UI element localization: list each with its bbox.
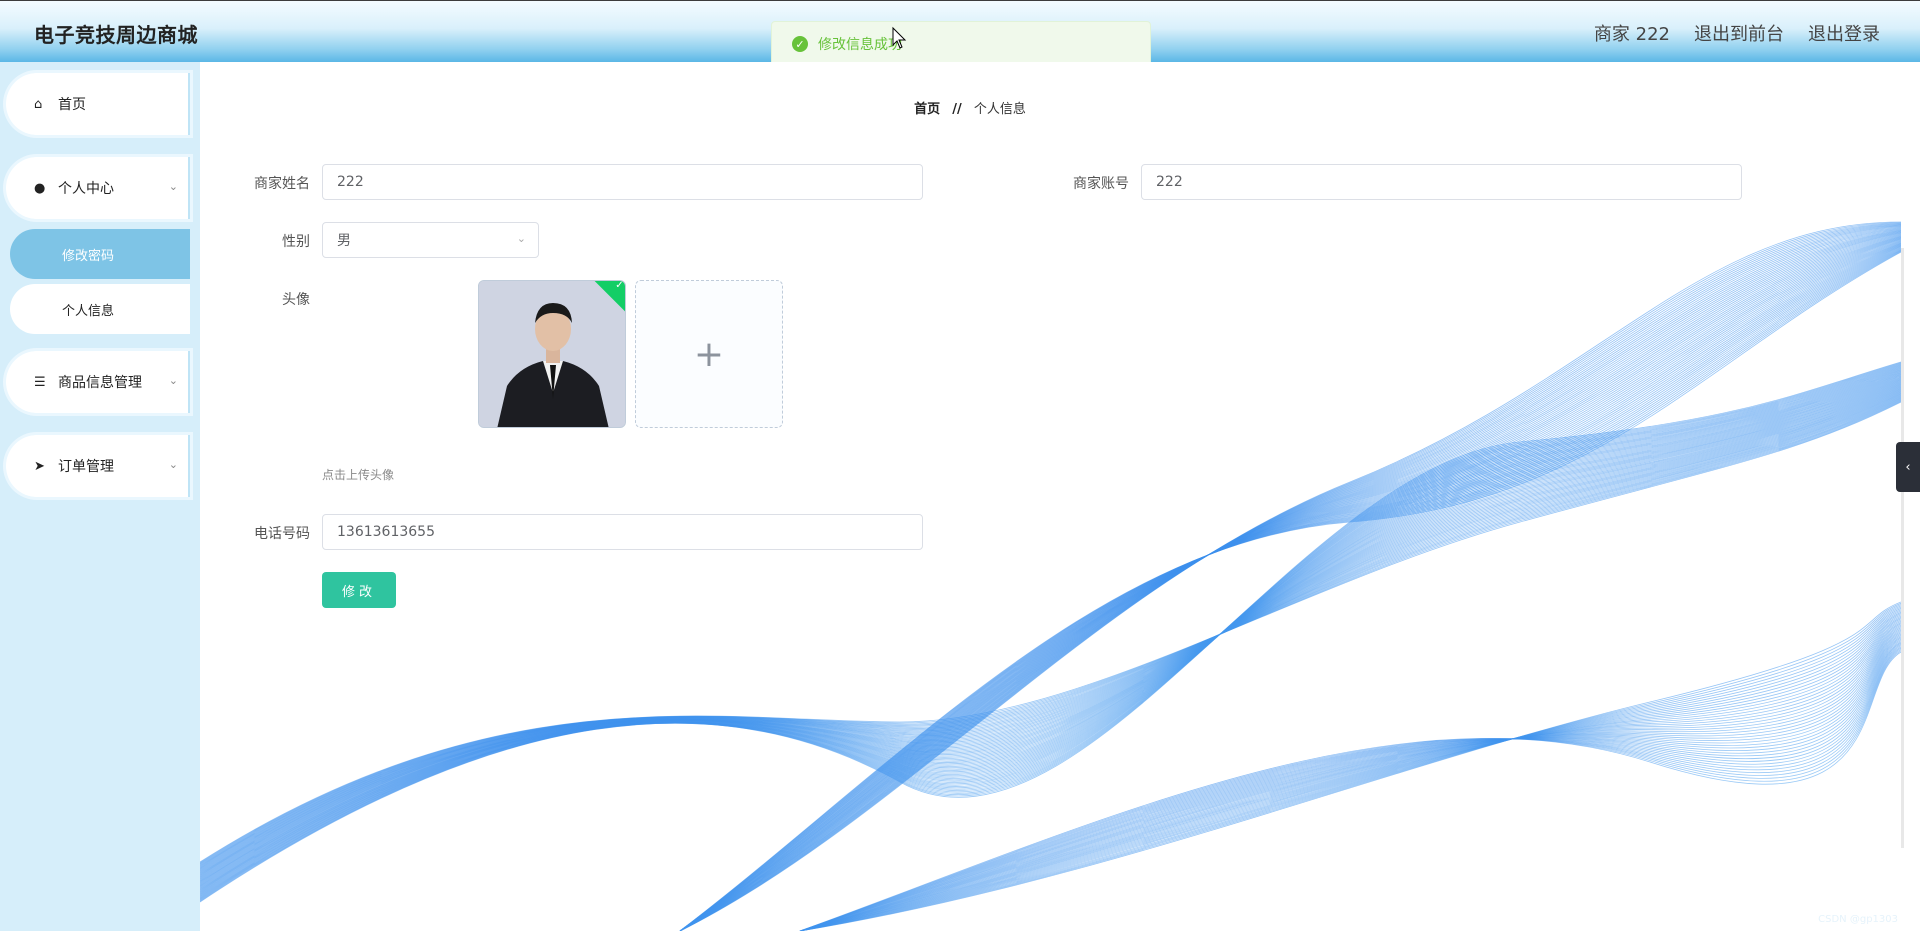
chevron-down-icon: ⌄ [168, 458, 178, 471]
sidebar-item-home[interactable]: ⌂ 首页 [6, 73, 190, 135]
send-icon: ➤ [34, 458, 45, 474]
sidebar-item-change-password[interactable]: 修改密码 [10, 229, 190, 279]
sidebar-item-personal-center[interactable]: ● 个人中心 ⌄ [6, 157, 190, 219]
success-toast: ✓ 修改信息成功 [771, 21, 1151, 67]
sidebar-item-label: 个人中心 [58, 181, 114, 197]
gender-select-value: 男 [337, 233, 351, 249]
sidebar-item-personal-info[interactable]: 个人信息 [10, 284, 190, 334]
home-icon: ⌂ [34, 96, 43, 112]
sidebar-item-product-management[interactable]: ☰ 商品信息管理 ⌄ [6, 351, 190, 413]
list-icon: ☰ [34, 374, 46, 390]
logout-link[interactable]: 退出登录 [1808, 20, 1880, 46]
toast-message: 修改信息成功 [818, 37, 902, 53]
check-icon: ✓ [615, 280, 624, 291]
sidebar-item-label: 首页 [58, 97, 86, 113]
avatar-person-icon [479, 281, 625, 427]
modify-button[interactable]: 修改 [322, 572, 396, 608]
breadcrumb-current: 个人信息 [973, 102, 1026, 117]
user-icon: ● [34, 180, 46, 196]
watermark: CSDN @gp1303 [1818, 914, 1898, 925]
sidebar: ⌂ 首页 ● 个人中心 ⌄ 修改密码 个人信息 ☰ 商品信息管理 ⌄ ➤ 订单管… [0, 62, 200, 931]
sidebar-item-label: 商品信息管理 [58, 375, 142, 391]
right-scrollbar[interactable] [1901, 62, 1920, 931]
breadcrumb-separator: // [952, 102, 962, 117]
breadcrumb-home[interactable]: 首页 [914, 102, 940, 117]
collapse-panel-button[interactable]: ‹ [1896, 442, 1920, 492]
scrollbar-track[interactable] [1901, 248, 1904, 848]
main-content: 首页 // 个人信息 商家姓名 商家账号 性别 男 ⌄ 头像 ✓ + 点击上传头… [200, 62, 1901, 931]
avatar-upload-button[interactable]: + [635, 280, 783, 428]
gender-select[interactable]: 男 ⌄ [322, 222, 539, 258]
sidebar-item-label: 修改密码 [62, 248, 115, 264]
plus-icon: + [693, 333, 725, 375]
breadcrumb: 首页 // 个人信息 [200, 98, 1740, 117]
merchant-account-input[interactable] [1141, 164, 1742, 200]
sidebar-item-label: 订单管理 [58, 459, 114, 475]
gender-label: 性别 [282, 234, 310, 250]
chevron-down-icon: ⌄ [168, 180, 178, 193]
sidebar-item-order-management[interactable]: ➤ 订单管理 ⌄ [6, 435, 190, 497]
phone-label: 电话号码 [254, 526, 310, 542]
avatar-image[interactable]: ✓ [478, 280, 626, 428]
brand-title: 电子竞技周边商城 [34, 23, 198, 47]
exit-to-front-link[interactable]: 退出到前台 [1694, 20, 1784, 46]
avatar-upload-tip: 点击上传头像 [322, 468, 395, 482]
mouse-cursor-icon [892, 26, 907, 49]
current-user-label: 商家 222 [1593, 24, 1670, 45]
phone-input[interactable] [322, 514, 923, 550]
chevron-left-icon: ‹ [1905, 459, 1911, 475]
success-check-icon: ✓ [792, 36, 808, 52]
merchant-name-label: 商家姓名 [254, 176, 310, 192]
header-actions: 商家 222 退出到前台 退出登录 [1594, 20, 1880, 46]
merchant-name-input[interactable] [322, 164, 923, 200]
merchant-account-label: 商家账号 [1073, 176, 1129, 192]
sidebar-item-label: 个人信息 [62, 303, 115, 319]
chevron-down-icon: ⌄ [168, 374, 178, 387]
chevron-down-icon: ⌄ [516, 232, 526, 245]
avatar-label: 头像 [282, 292, 310, 308]
